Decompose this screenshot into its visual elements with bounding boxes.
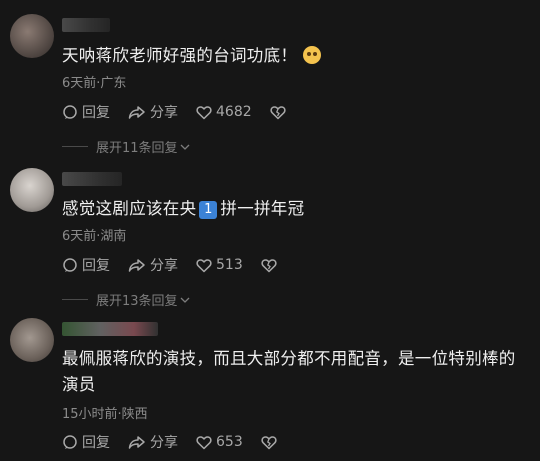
expand-replies-label: 展开11条回复	[96, 141, 178, 156]
nervous-face-emoji-icon	[303, 46, 322, 64]
avatar[interactable]	[10, 14, 54, 58]
username-blurred[interactable]	[62, 172, 122, 186]
comment-text: 天呐蒋欣老师好强的台词功底！	[62, 43, 526, 69]
comment-actions: 回复 分享 513	[62, 255, 299, 275]
dislike-button[interactable]	[270, 105, 290, 120]
comment-meta: 6天前·湖南	[62, 229, 127, 244]
divider-line	[62, 146, 88, 147]
comment-item: 最佩服蒋欣的演技，而且大部分都不用配音，是一位特别棒的演员 15小时前·陕西 回…	[0, 310, 540, 461]
comment-actions: 回复 分享 653	[62, 432, 299, 452]
reply-label: 回复	[82, 435, 110, 451]
number-one-badge: 1	[199, 201, 218, 219]
share-label: 分享	[150, 258, 178, 274]
share-icon	[128, 259, 145, 272]
dislike-button[interactable]	[261, 435, 281, 450]
heart-icon	[196, 105, 212, 119]
comment-item: 天呐蒋欣老师好强的台词功底！ 6天前·广东 回复 分享 4682 展开11条回复	[0, 0, 540, 156]
heart-icon	[196, 258, 212, 272]
like-button[interactable]: 4682	[196, 104, 252, 120]
broken-heart-icon	[261, 435, 277, 449]
expand-replies-label: 展开13条回复	[96, 294, 178, 309]
like-count: 653	[216, 434, 243, 450]
comment-text: 最佩服蒋欣的演技，而且大部分都不用配音，是一位特别棒的演员	[62, 349, 516, 394]
expand-replies-button[interactable]: 展开11条回复	[62, 137, 190, 156]
like-count: 513	[216, 257, 243, 273]
broken-heart-icon	[270, 105, 286, 119]
share-label: 分享	[150, 105, 178, 121]
broken-heart-icon	[261, 258, 277, 272]
like-button[interactable]: 513	[196, 257, 243, 273]
reply-icon	[63, 435, 77, 449]
reply-button[interactable]: 回复	[62, 255, 110, 275]
share-button[interactable]: 分享	[128, 432, 178, 452]
comment-actions: 回复 分享 4682	[62, 102, 308, 122]
share-label: 分享	[150, 435, 178, 451]
expand-replies-button[interactable]: 展开13条回复	[62, 290, 190, 309]
reply-icon	[63, 105, 77, 119]
chevron-down-icon	[180, 297, 190, 303]
avatar[interactable]	[10, 168, 54, 212]
reply-button[interactable]: 回复	[62, 432, 110, 452]
comment-text-content: 感觉这剧应该在央	[62, 199, 197, 218]
like-button[interactable]: 653	[196, 434, 243, 450]
share-button[interactable]: 分享	[128, 255, 178, 275]
comment-text: 感觉这剧应该在央 1 拼一拼年冠	[62, 196, 526, 222]
share-icon	[128, 106, 145, 119]
heart-icon	[196, 435, 212, 449]
dislike-button[interactable]	[261, 258, 281, 273]
username-blurred[interactable]	[62, 18, 110, 32]
reply-icon	[63, 258, 77, 272]
avatar[interactable]	[10, 318, 54, 362]
reply-label: 回复	[82, 105, 110, 121]
comment-item: 感觉这剧应该在央 1 拼一拼年冠 6天前·湖南 回复 分享 513 展开13条回复	[0, 160, 540, 309]
like-count: 4682	[216, 104, 252, 120]
comment-meta: 6天前·广东	[62, 76, 127, 91]
username-blurred[interactable]	[62, 322, 158, 336]
reply-button[interactable]: 回复	[62, 102, 110, 122]
share-icon	[128, 436, 145, 449]
reply-label: 回复	[82, 258, 110, 274]
comment-text-content-end: 拼一拼年冠	[220, 199, 305, 218]
chevron-down-icon	[180, 144, 190, 150]
comment-text-content: 天呐蒋欣老师好强的台词功底！	[62, 46, 298, 65]
comment-meta: 15小时前·陕西	[62, 407, 148, 422]
divider-line	[62, 299, 88, 300]
share-button[interactable]: 分享	[128, 102, 178, 122]
